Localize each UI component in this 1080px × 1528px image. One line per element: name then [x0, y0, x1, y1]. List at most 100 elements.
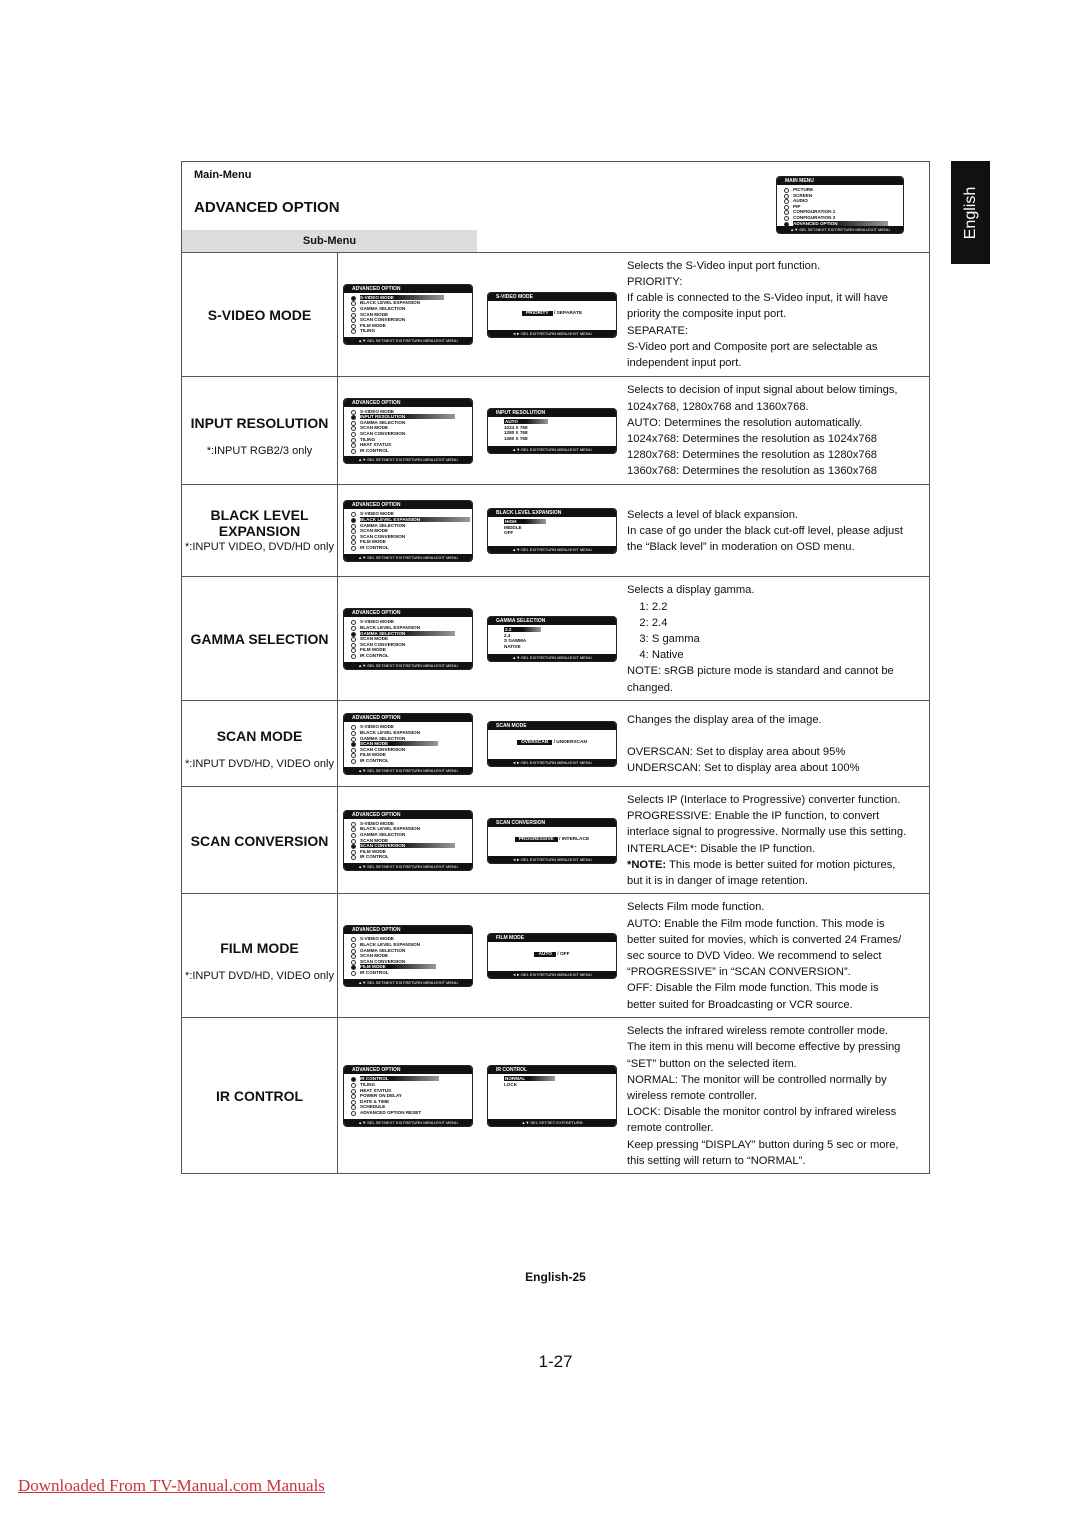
osd-item-label: CONFIGURATION 1 [793, 209, 836, 215]
note-label: *NOTE: [627, 858, 667, 871]
osd-option-label: 1360 X 768 [504, 435, 528, 441]
osd-item-label: SCAN MODE [360, 311, 389, 317]
main-menu-label: Main-Menu [194, 169, 252, 181]
description-line: Selects a display gamma. [627, 584, 755, 597]
osd-title: FILM MODE [488, 934, 616, 942]
osd-option-label: 1024 X 768 [504, 424, 528, 430]
description-line [627, 728, 927, 744]
description-line: 1: 2.2 [627, 600, 668, 613]
advanced-option-osd: ADVANCED OPTION S-VIDEO MODE BLACK LEVEL E… [343, 500, 473, 562]
osd-title: MAIN MENU [777, 177, 903, 185]
description-line: 1024x768: Determines the resolution as 1… [627, 433, 878, 445]
osd-title: SCAN MODE [488, 722, 616, 730]
language-tab-label: English [961, 186, 979, 239]
osd-options: AUTO / OFF [488, 952, 616, 957]
osd-footer: ▲▼:SEL EXIT:RETURN MENU:EXIT MENU [488, 446, 616, 453]
osd-title: S-VIDEO MODE [488, 292, 616, 301]
description-line: 3: S gamma [627, 632, 700, 645]
osd-item-label: FILM MODE [360, 848, 386, 854]
osd-footer: ▲▼:SEL SET:NEXT EXIT:RETURN MENU:EXIT ME… [344, 337, 472, 345]
osd-option: INTERLACE [561, 836, 590, 842]
osd-item-label: SCAN CONVERSION [360, 641, 406, 647]
osd-items: S-VIDEO MODE BLACK LEVEL EXPANSION GAMMA S… [344, 934, 472, 976]
osd-item-label: GAMMA SELECTION [360, 735, 406, 741]
osd-title: ADVANCED OPTION [344, 926, 472, 935]
osd-option-label: 1280 X 768 [504, 430, 528, 436]
osd-title: SCAN CONVERSION [488, 818, 616, 827]
osd-item-label: SCHEDULE [360, 1104, 386, 1110]
advanced-option-osd: ADVANCED OPTION S-VIDEO MODE BLACK LEVEL E… [343, 809, 473, 872]
osd-title: ADVANCED OPTION [344, 609, 472, 618]
osd-title: ADVANCED OPTION [344, 501, 472, 510]
osd-item-label: S-VIDEO MODE [360, 619, 394, 625]
osd-item-label: S-VIDEO MODE [360, 820, 394, 826]
osd-items: S-VIDEO MODE BLACK LEVEL EXPANSION GAMMA S… [344, 509, 472, 551]
osd-footer: ▲▼:SEL SET:NEXT EXIT:RETURN MENU:EXIT ME… [344, 553, 472, 561]
function-name-cell: S-VIDEO MODE [182, 252, 338, 376]
osd-item: IR CONTROL [344, 758, 472, 764]
osd-option: NATIVE [488, 644, 616, 650]
function-note: *:INPUT DVD/HD, VIDEO only [185, 758, 334, 770]
osd-option: OVERSCAN [517, 740, 553, 745]
osd-item-label: SCAN MODE [360, 425, 389, 431]
osd-footer: ◄►:SEL EXIT:RETURN MENU:EXIT MENU [488, 855, 616, 863]
osd-footer: ▲▼:SEL SET:SET EXIT:RETURN [488, 1118, 616, 1126]
osd-item-label: SCAN CONVERSION [360, 746, 406, 752]
sub-menu-osd: FILM MODE AUTO / OFF ◄►:SEL EXIT:RETURN ME… [487, 933, 617, 979]
description-line: PROGRESSIVE: Enable the IP function, to … [627, 810, 880, 823]
function-name-cell: INPUT RESOLUTION *:INPUT RGB2/3 only [182, 377, 338, 484]
advanced-option-osd: ADVANCED OPTION S-VIDEO MODE BLACK LEVEL E… [343, 283, 473, 346]
osd-item-label: IR CONTROL [360, 652, 389, 658]
description-line: AUTO: Enable the Film mode function. Thi… [627, 917, 885, 930]
osd-item-label: GAMMA SELECTION [360, 522, 406, 528]
osd-item-label: SCAN MODE [360, 741, 439, 747]
sub-menu-osd: SCAN CONVERSION PROGRESSIVE / INTERLACE ◄►… [487, 817, 617, 864]
osd-item: IR CONTROL [344, 448, 472, 454]
osd-option: OFF [559, 952, 570, 957]
osd-option: 1360 X 768 [488, 436, 616, 442]
table-row: FILM MODE *:INPUT DVD/HD, VIDEO only ADVAN… [182, 894, 929, 1018]
description-line: 1360x768: Determines the resolution as 1… [627, 465, 878, 478]
osd-title: ADVANCED OPTION [344, 398, 472, 407]
osd-footer: ▲▼:SEL SET:NEXT EXIT:RETURN MENU:EXIT ME… [344, 661, 472, 669]
description-line: INTERLACE*: Disable the IP function. [627, 842, 816, 855]
osd-item-label: SCAN CONVERSION [360, 533, 406, 539]
manual-page: English Main-Menu ADVANCED OPTION Sub-Me… [0, 0, 1080, 1528]
description-line: Selects IP (Interlace to Progressive) co… [627, 793, 901, 806]
description-line: If cable is connected to the S-Video inp… [627, 292, 888, 305]
function-name-cell: GAMMA SELECTION [182, 577, 338, 700]
osd-item-label: SCAN CONVERSION [360, 317, 406, 323]
description-line: NORMAL: The monitor will be controlled n… [627, 1073, 887, 1086]
table-row: SCAN MODE *:INPUT DVD/HD, VIDEO only ADVAN… [182, 701, 929, 787]
osd-item-label: HEAT STATUS [360, 1087, 392, 1093]
osd-item-label: BLACK LEVEL EXPANSION [360, 300, 421, 306]
osd-item: IR CONTROL [344, 970, 472, 976]
table-row: S-VIDEO MODE ADVANCED OPTION S-VIDEO MODE B… [182, 252, 929, 377]
description-line: LOCK: Disable the monitor control by inf… [627, 1106, 897, 1119]
osd-footer: ◄►:SEL EXIT:RETURN MENU:EXIT MENU [488, 329, 616, 337]
osd-item-label: SCAN CONVERSION [360, 958, 406, 964]
description-line: wireless remote controller. [627, 1089, 757, 1102]
osd-options: OVERSCAN / UNDERSCAN [488, 740, 616, 745]
osd-option-label: NORMAL [504, 1076, 556, 1082]
table-row: GAMMA SELECTION ADVANCED OPTION S-VIDEO MO… [182, 577, 929, 701]
osd-items: S-VIDEO MODE INPUT RESOLUTION GAMMA SELECT… [344, 407, 472, 454]
osd-item-label: SCAN MODE [360, 953, 389, 959]
description-line: 4: Native [627, 649, 684, 662]
osd-item-label: HEAT STATUS [360, 442, 392, 448]
description-line: sec source to DVD Video. We recommend to… [627, 949, 882, 962]
osd-item-label: S-VIDEO MODE [360, 511, 394, 517]
download-link[interactable]: Downloaded From TV-Manual.com Manuals [18, 1476, 325, 1496]
osd-option: UNDERSCAN [556, 740, 587, 745]
function-name: SCAN CONVERSION [190, 832, 329, 849]
description-line: S-Video port and Composite port are sele… [627, 340, 878, 353]
osd-title: ADVANCED OPTION [344, 1066, 472, 1075]
osd-item-label: AUDIO [793, 198, 808, 204]
osd-footer: ▲▼:SEL SET:NEXT EXIT:RETURN MENU:EXIT ME… [344, 863, 472, 871]
description: Selects the S-Video input port function.… [627, 258, 927, 371]
advanced-option-osd: ADVANCED OPTION S-VIDEO MODE BLACK LEVEL E… [343, 713, 473, 775]
advanced-option-osd: ADVANCED OPTION S-VIDEO MODE BLACK LEVEL E… [343, 608, 473, 670]
osd-item-label: PICTURE [793, 187, 814, 192]
osd-items: S-VIDEO MODE BLACK LEVEL EXPANSION GAMMA S… [344, 617, 472, 659]
description-line: OFF: Disable the Film mode function. Thi… [627, 982, 879, 995]
